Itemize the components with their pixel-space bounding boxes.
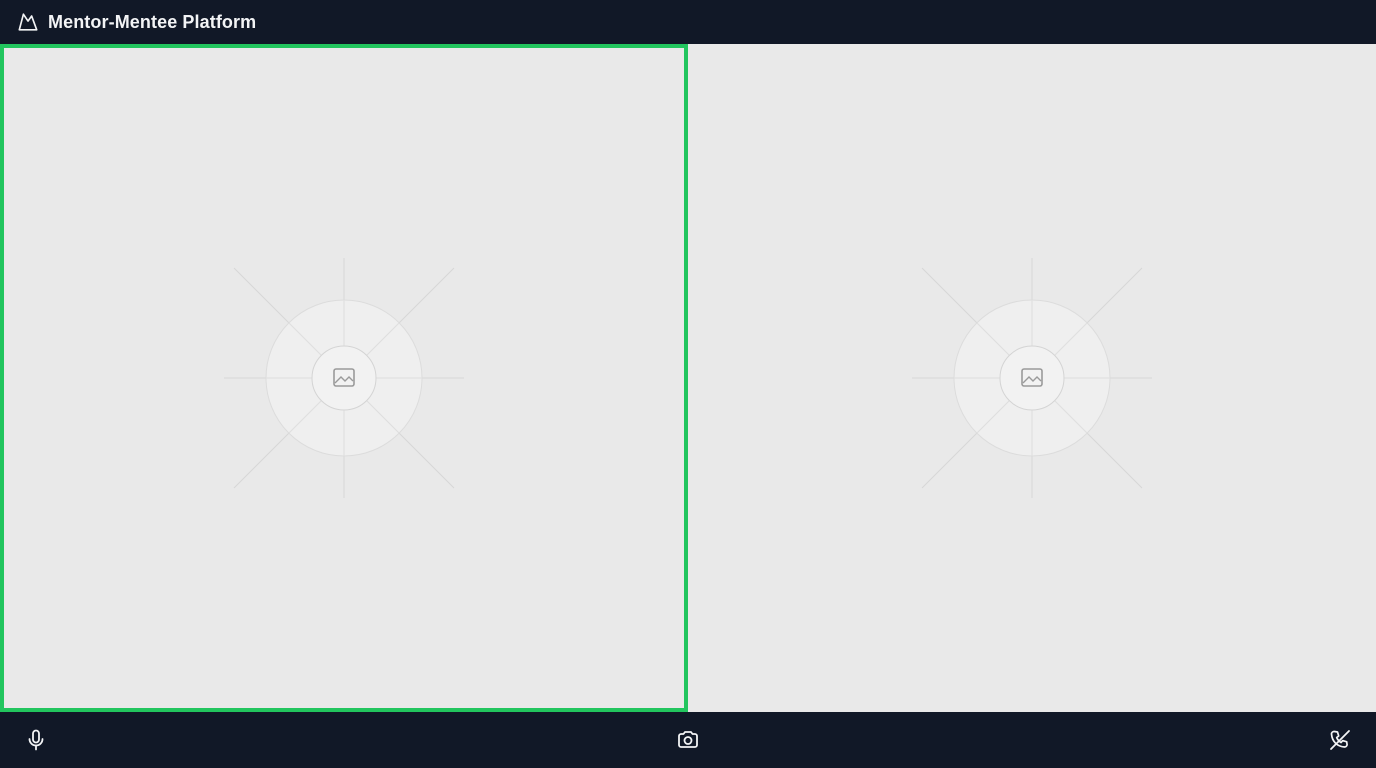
microphone-icon [24,728,48,752]
video-tile-1[interactable] [0,44,688,712]
phone-off-icon [1328,728,1352,752]
app-title: Mentor-Mentee Platform [48,11,257,32]
image-placeholder-icon [224,258,464,498]
video-stage [0,44,1376,712]
image-placeholder-icon [912,258,1152,498]
video-tile-2[interactable] [688,44,1376,712]
call-controls-bar [0,712,1376,768]
top-bar: Mentor-Mentee Platform [0,0,1376,44]
end-call-button[interactable] [1326,726,1354,754]
mute-button[interactable] [22,726,50,754]
mountain-logo-icon [16,10,40,34]
camera-button[interactable] [674,726,702,754]
camera-icon [676,728,700,752]
